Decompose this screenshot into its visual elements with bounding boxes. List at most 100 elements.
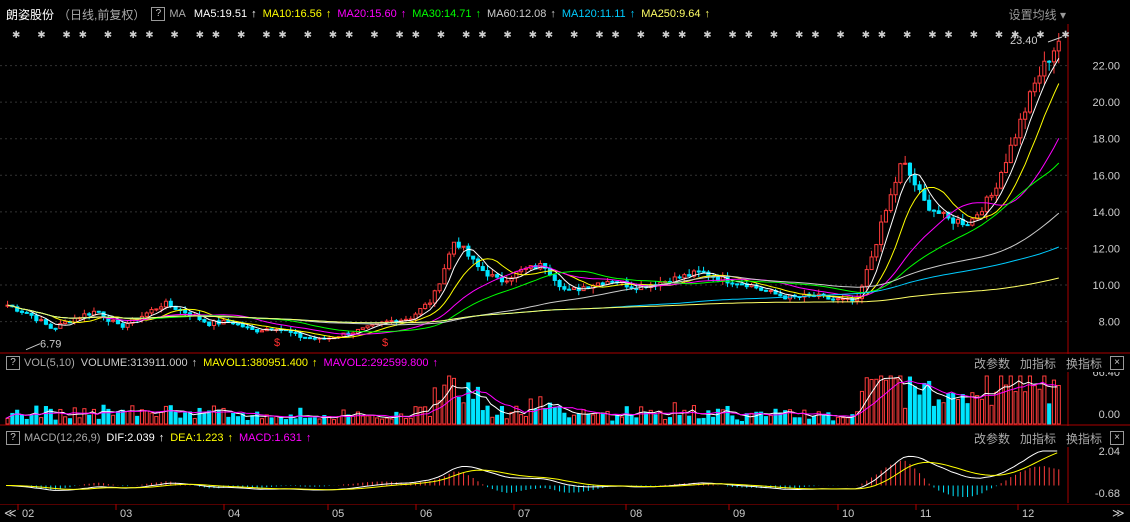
volume-bar [394, 411, 399, 425]
candle-body [1003, 162, 1009, 173]
candle-body [485, 270, 490, 277]
volume-bar [375, 417, 380, 425]
candle-body [994, 187, 999, 196]
volume-bar [351, 415, 356, 425]
volume-bar [701, 417, 706, 425]
candle-body [552, 274, 557, 281]
volume-bar [999, 375, 1004, 425]
volume-bar [869, 378, 874, 425]
candle-body [255, 328, 260, 333]
volume-bar [19, 414, 25, 425]
event-marker-icon: ✱ [345, 30, 353, 41]
edit-params-button[interactable]: 改参数 [974, 355, 1010, 372]
volume-bar [600, 413, 605, 425]
candle-body [207, 321, 212, 327]
event-marker-icon: ✱ [728, 30, 736, 41]
candle-body [941, 211, 946, 214]
candle-body [87, 313, 92, 316]
candle-body [437, 283, 442, 292]
ma5-line [7, 57, 1060, 340]
add-indicator-button[interactable]: 加指标 [1020, 355, 1056, 372]
event-marker-icon: ✱ [529, 30, 537, 41]
event-marker-icon: ✱ [503, 30, 511, 41]
candle-body [629, 286, 634, 289]
volume-bar [144, 410, 149, 425]
volume-bar [495, 414, 500, 425]
volume-bar [96, 418, 101, 425]
volume-bar [24, 418, 29, 425]
volume-bar [63, 416, 68, 425]
volume-bar [615, 415, 620, 425]
volume-bar [821, 414, 826, 425]
event-marker-icon: ✱ [212, 30, 220, 41]
candle-body [739, 283, 745, 286]
volume-bar [403, 417, 409, 425]
volume-bar [279, 417, 284, 425]
volume-bar [1013, 391, 1018, 425]
candle-body [927, 199, 932, 211]
month-label: 08 [630, 508, 642, 520]
candle-body [922, 189, 927, 201]
volume-bar [931, 405, 937, 425]
arrow-up-icon: ↑ [158, 432, 165, 444]
event-marker-icon: ✱ [878, 30, 886, 41]
add-indicator-button[interactable]: 加指标 [1020, 430, 1056, 447]
volume-bar [163, 405, 169, 425]
arrow-up-icon: ↑ [432, 357, 439, 369]
volume-chart[interactable]: 66.40 0.00 [0, 372, 1130, 426]
help-button[interactable]: ? [151, 7, 166, 21]
event-marker-icon: ✱ [196, 30, 204, 41]
stock-name: 朗姿股份 [6, 7, 55, 22]
volume-bar [581, 409, 586, 425]
edit-params-button[interactable]: 改参数 [974, 430, 1010, 447]
macd-chart[interactable]: 2.04 -0.68 [0, 447, 1130, 503]
macd-name: MACD(12,26,9) [24, 432, 101, 444]
volume-bar [259, 418, 265, 425]
volume-bar [168, 405, 173, 425]
price-chart[interactable]: 22.00 20.00 18.00 16.00 14.00 12.00 10.00 8.00 ✱… [0, 24, 1130, 354]
candle-body [504, 280, 509, 283]
switch-indicator-button[interactable]: 换指标 [1066, 355, 1102, 372]
candle-body [490, 274, 495, 277]
volume-bar [989, 404, 994, 425]
volume-bar [226, 416, 231, 425]
vol-help-button[interactable]: ? [6, 356, 20, 370]
volume-bar [360, 415, 365, 425]
event-marker-icon: ✱ [395, 30, 403, 41]
volume-bar [504, 418, 509, 425]
candle-body [730, 282, 735, 285]
event-marker-icon: ✱ [703, 30, 711, 41]
vol-values: VOLUME:313911.000 ↑ MAVOL1:380951.400 ↑ MAVO… [81, 357, 444, 369]
candle-body [1056, 40, 1061, 52]
volume-bar [67, 418, 73, 425]
arrow-up-icon: ↑ [312, 357, 318, 369]
volume-bar [197, 407, 202, 425]
arrow-up-icon: ↑ [475, 8, 482, 20]
candle-body [687, 274, 692, 277]
volume-bar [39, 417, 44, 425]
high-price-label: 23.40 [1010, 35, 1038, 47]
volume-bar [72, 407, 77, 425]
price-tick-label: 16.00 [1092, 170, 1120, 182]
candle-body [144, 312, 149, 317]
arrow-up-icon: ↑ [325, 8, 332, 20]
switch-indicator-button[interactable]: 换指标 [1066, 430, 1102, 447]
candle-body [259, 330, 265, 333]
mavol-line [5, 380, 1058, 419]
settings-ma-button[interactable]: 设置均线 ▾ [1009, 6, 1066, 23]
candle-body [235, 323, 241, 326]
volume-bar [567, 417, 572, 425]
macd-help-button[interactable]: ? [6, 431, 20, 445]
candle-body [955, 218, 961, 224]
volume-bar [1056, 384, 1061, 425]
candle-body [480, 266, 485, 272]
candle-body [125, 322, 130, 328]
price-tick-label: 22.00 [1092, 61, 1120, 73]
volume-bar [480, 410, 485, 425]
volume-bar [250, 415, 255, 425]
volume-bar [677, 414, 682, 425]
close-icon[interactable]: × [1110, 356, 1124, 370]
close-icon[interactable]: × [1110, 431, 1124, 445]
candle-body [571, 287, 577, 290]
volume-bar [1037, 388, 1042, 425]
